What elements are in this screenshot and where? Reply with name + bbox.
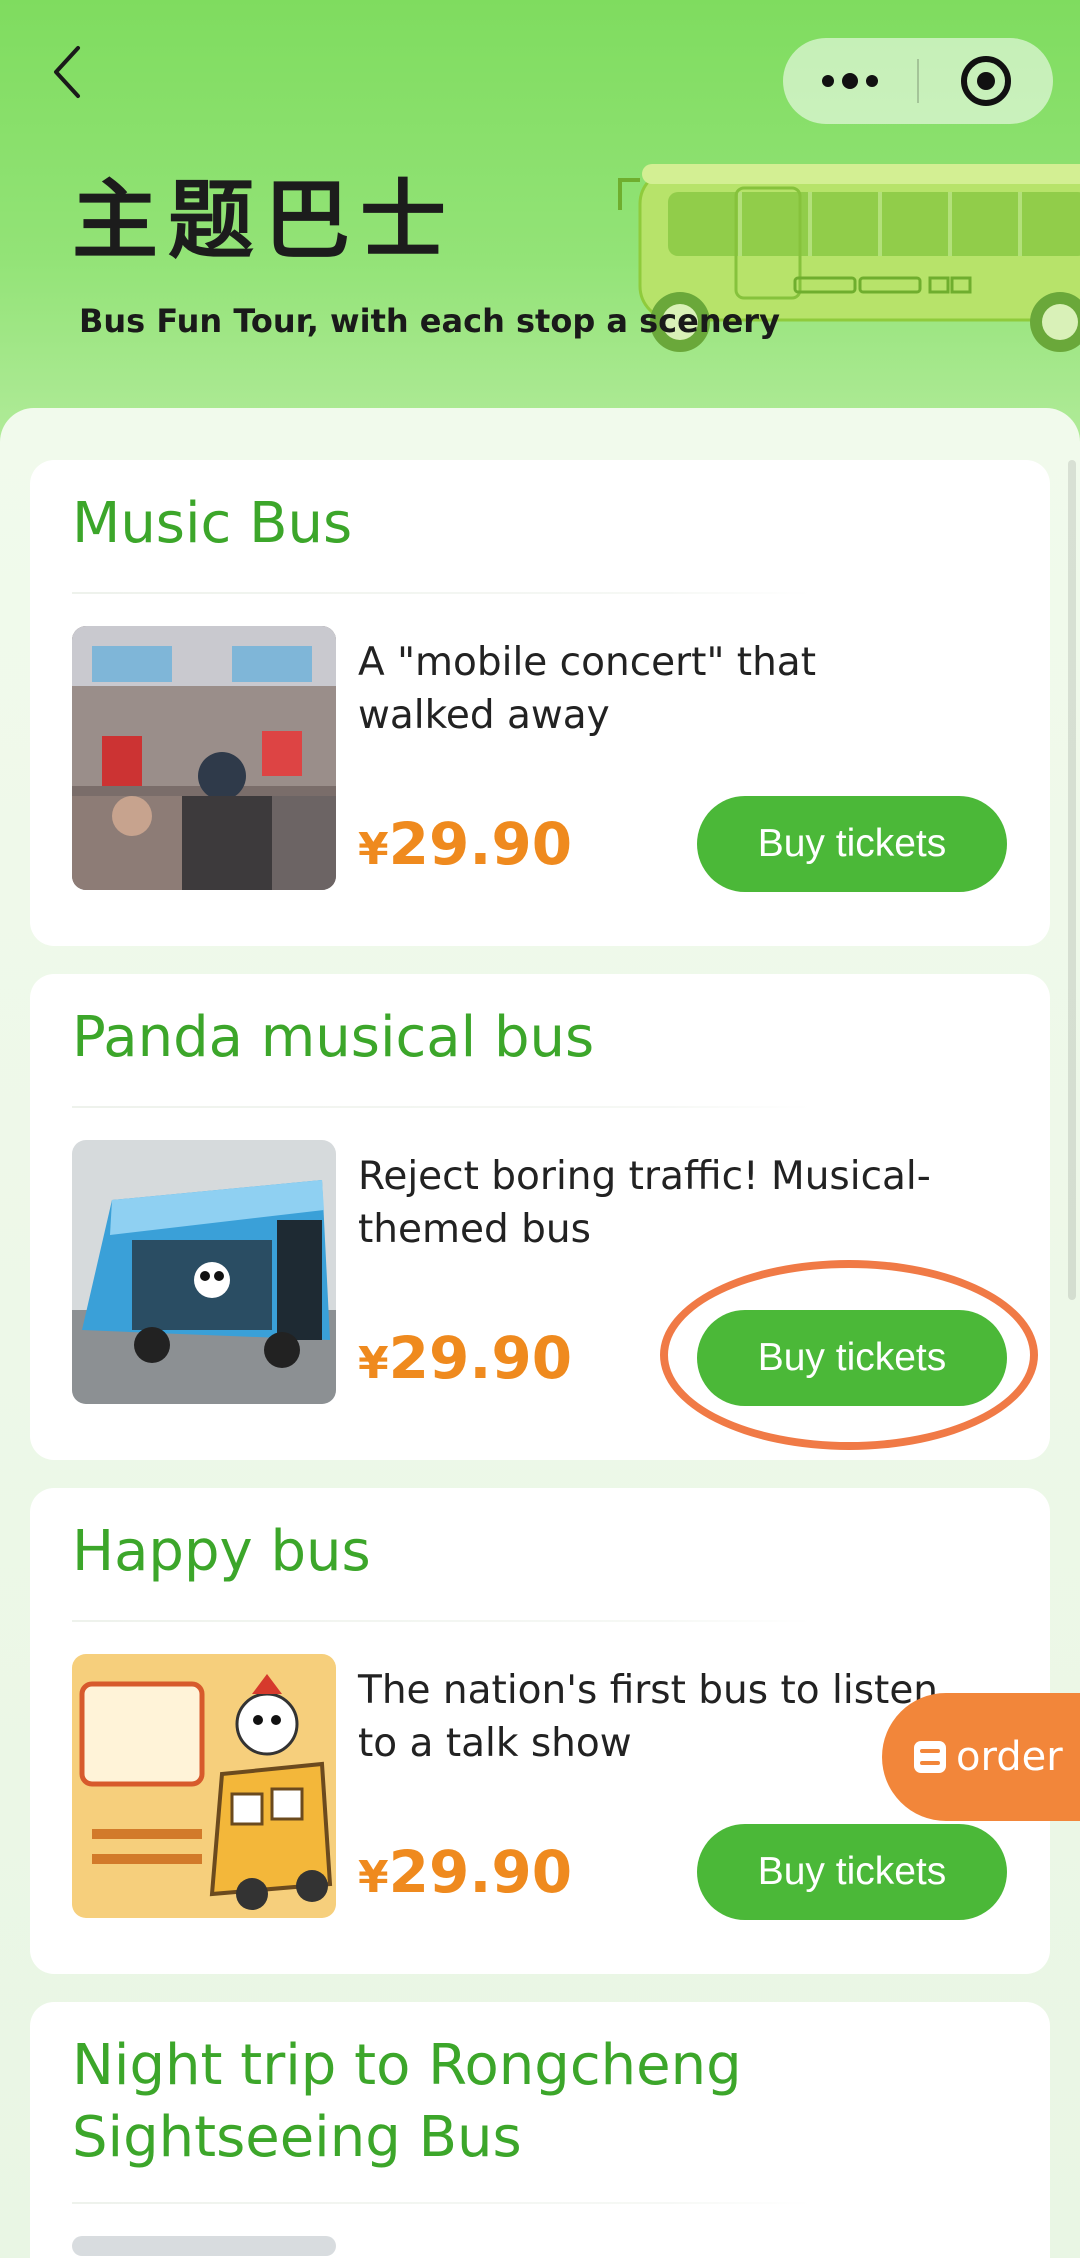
price-value: 29.90 (388, 1838, 573, 1906)
price-value: 29.90 (388, 810, 573, 878)
order-button[interactable]: order (882, 1693, 1080, 1821)
card-description: A "mobile concert" that walked away (358, 640, 817, 738)
order-label: order (956, 1734, 1063, 1780)
card-title: Panda musical bus (72, 1005, 595, 1070)
happy-bus-poster (72, 1654, 336, 1918)
close-button[interactable] (919, 38, 1053, 124)
page-title: 主题巴士 (72, 171, 456, 271)
card-title: Happy bus (72, 1519, 371, 1584)
mini-program-capsule (783, 38, 1053, 124)
bus-card-music-bus: Music Bus A "mobile concert" that walked… (30, 460, 1050, 946)
bus-list: Music Bus A "mobile concert" that walked… (0, 408, 1080, 2258)
buy-tickets-button[interactable]: Buy tickets (697, 1310, 1007, 1406)
currency-symbol: ¥ (358, 1338, 389, 1389)
card-description: Reject boring traffic! Musical-themed bu… (358, 1154, 931, 1252)
card-divider (72, 592, 812, 594)
more-button[interactable] (783, 38, 917, 124)
music-bus-photo (72, 626, 336, 890)
header-banner: 主题巴士 Bus Fun Tour, with each stop a scen… (0, 0, 1080, 470)
more-dots-icon (822, 73, 878, 89)
order-list-icon (912, 1739, 948, 1775)
card-divider (72, 1106, 812, 1108)
chevron-left-icon (54, 46, 80, 98)
buy-tickets-button[interactable]: Buy tickets (697, 1824, 1007, 1920)
card-divider (72, 2202, 812, 2204)
panda-bus-photo (72, 1140, 336, 1404)
night-bus-photo (72, 2236, 336, 2256)
card-price: ¥29.90 (358, 1328, 572, 1394)
card-description: The nation's first bus to listen to a ta… (358, 1668, 939, 1766)
card-title: Night trip to Rongcheng Sightseeing Bus (72, 2033, 742, 2170)
back-button[interactable] (42, 42, 92, 102)
page-subtitle: Bus Fun Tour, with each stop a scenery (79, 302, 780, 340)
card-divider (72, 1620, 812, 1622)
card-price: ¥29.90 (358, 814, 572, 880)
price-value: 29.90 (388, 1324, 573, 1392)
card-price: ¥29.90 (358, 1842, 572, 1908)
scrollbar[interactable] (1068, 460, 1076, 1300)
target-circle-icon (961, 56, 1011, 106)
currency-symbol: ¥ (358, 1852, 389, 1903)
buy-tickets-button[interactable]: Buy tickets (697, 796, 1007, 892)
bus-card-panda-musical-bus: Panda musical bus Reject boring traffic!… (30, 974, 1050, 1460)
card-title: Music Bus (72, 491, 353, 556)
bus-card-night-trip: Night trip to Rongcheng Sightseeing Bus (30, 2002, 1050, 2258)
currency-symbol: ¥ (358, 824, 389, 875)
